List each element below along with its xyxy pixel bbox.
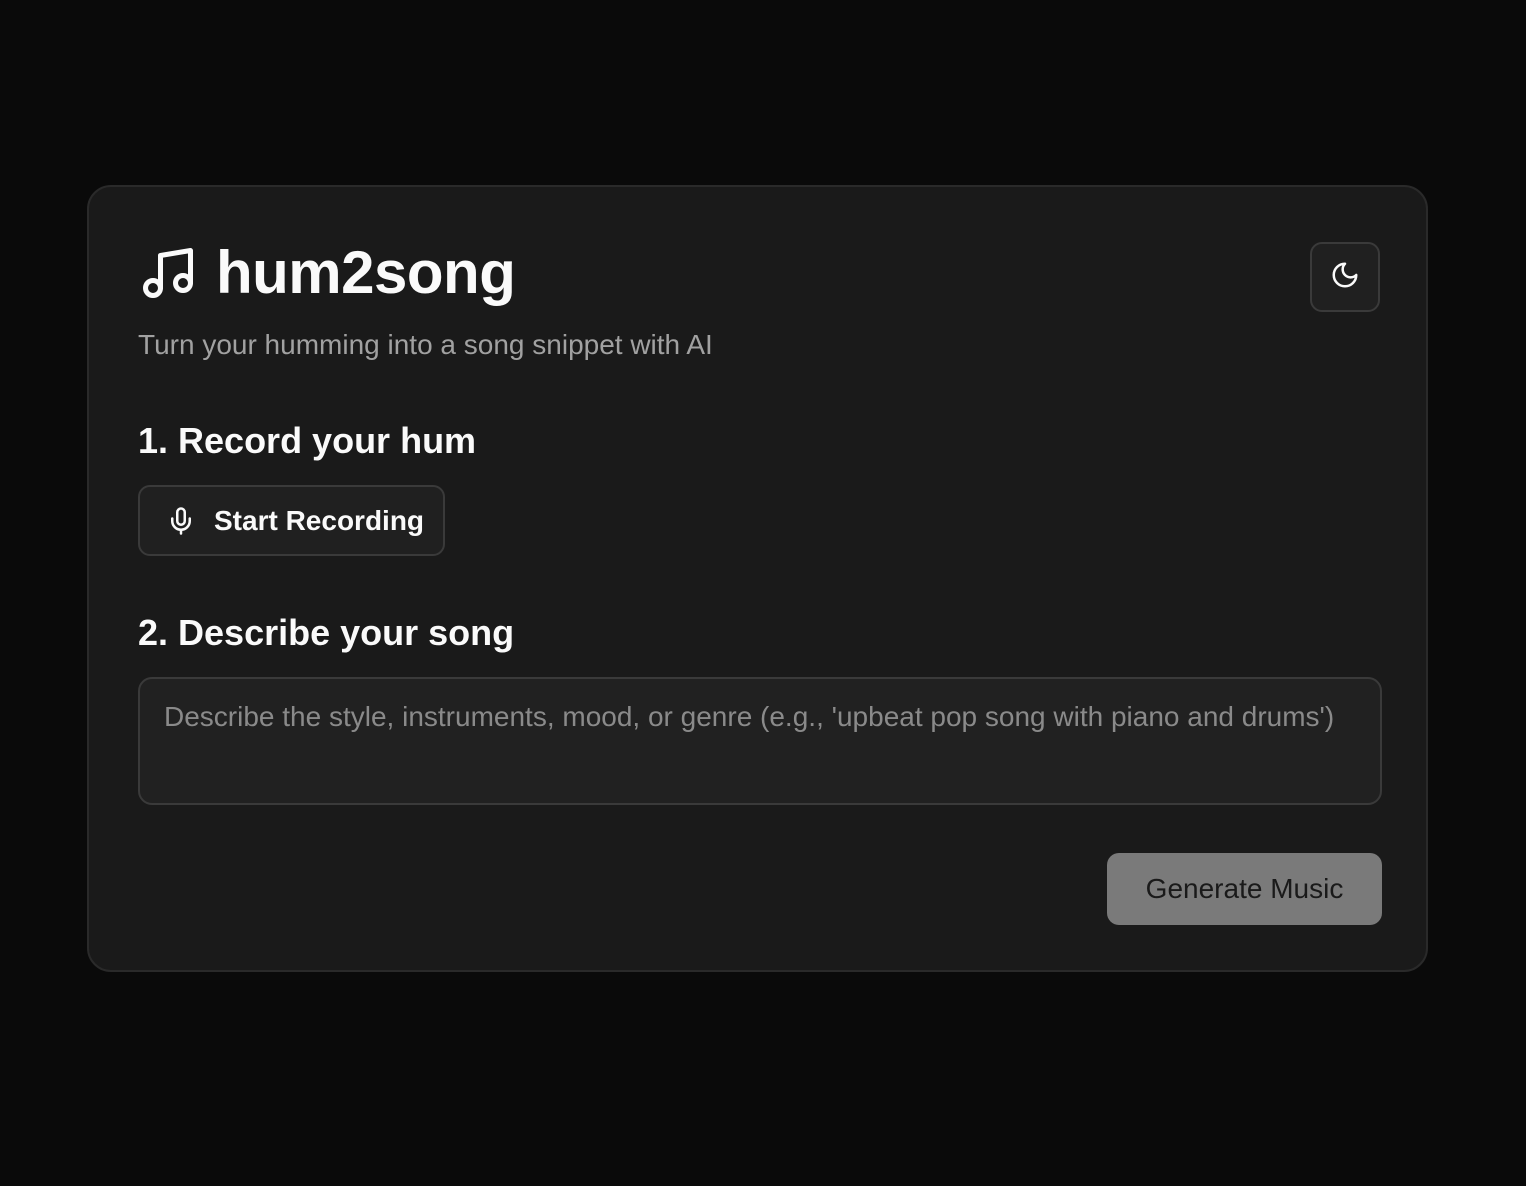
app-title: hum2song: [216, 239, 516, 306]
theme-toggle-button[interactable]: [1310, 242, 1380, 312]
main-card: hum2song Turn your humming into a song s…: [87, 185, 1428, 972]
music-note-icon: [138, 243, 198, 303]
microphone-icon: [166, 506, 196, 536]
describe-section-heading: 2. Describe your song: [138, 612, 515, 653]
start-recording-button[interactable]: Start Recording: [138, 485, 445, 556]
record-section-heading: 1. Record your hum: [138, 420, 477, 461]
start-recording-label: Start Recording: [214, 504, 425, 536]
app-header: hum2song: [138, 239, 516, 306]
app-subtitle: Turn your humming into a song snippet wi…: [138, 329, 713, 360]
moon-icon: [1330, 260, 1360, 295]
generate-music-button[interactable]: Generate Music: [1107, 853, 1382, 925]
song-description-input[interactable]: [138, 677, 1382, 805]
